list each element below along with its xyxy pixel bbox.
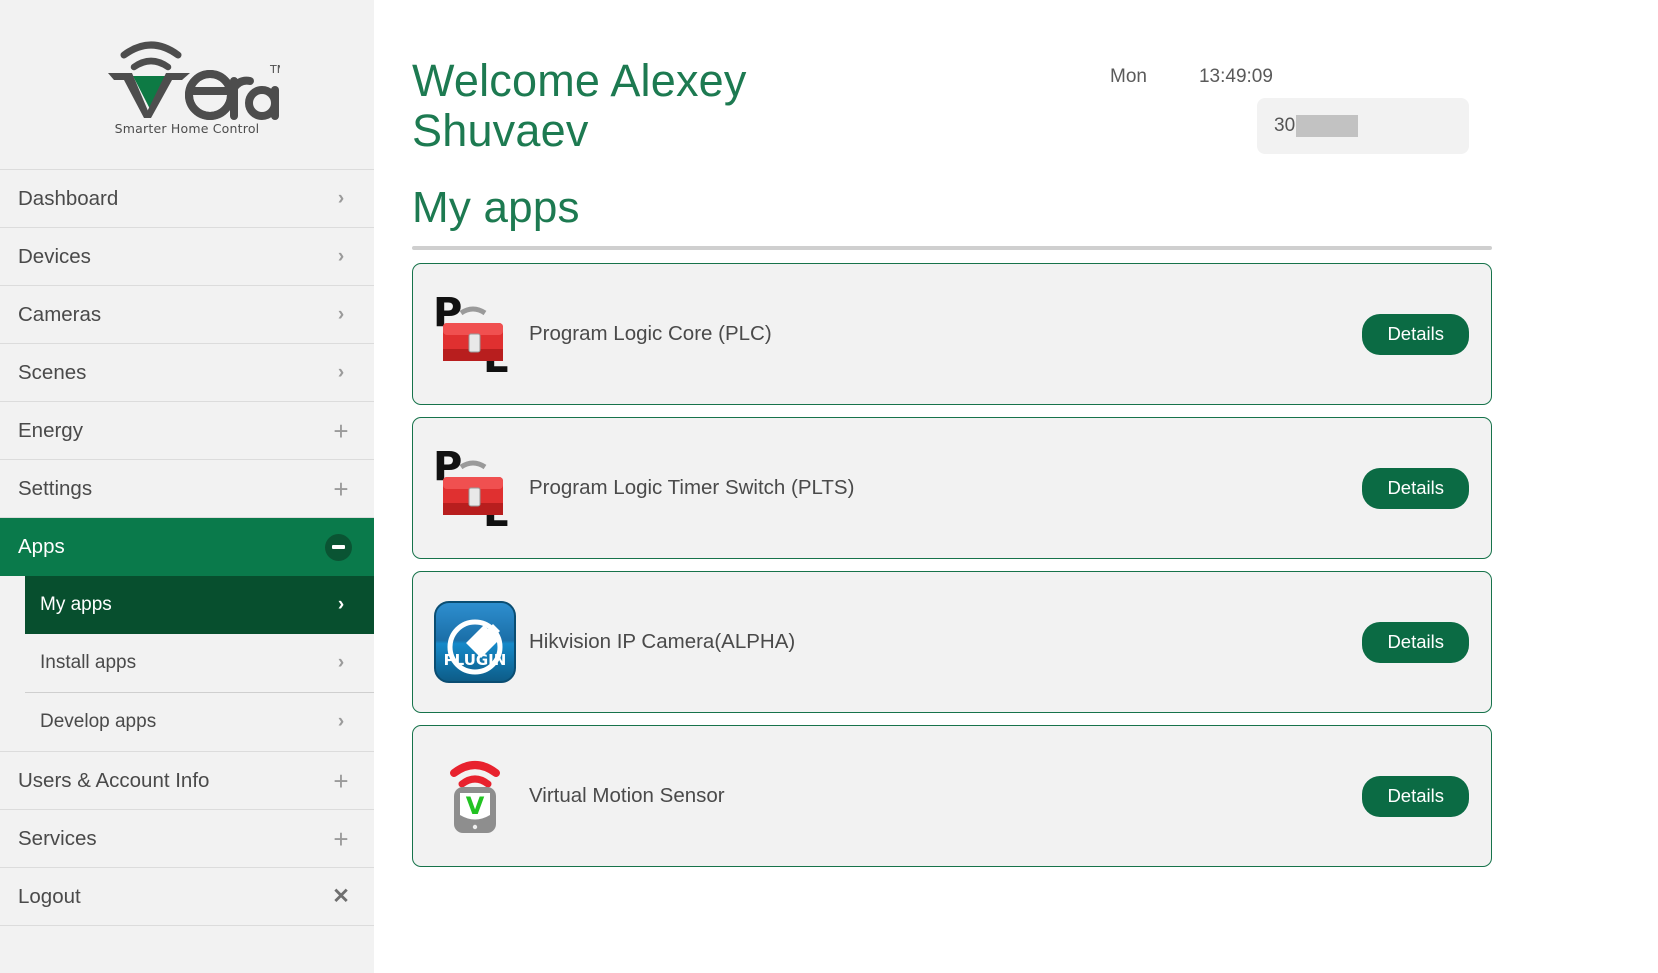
sidebar-subitem-label: Install apps [40, 652, 137, 673]
sidebar-item-label: Apps [18, 535, 65, 558]
details-button[interactable]: Details [1362, 313, 1469, 355]
clock-time: 13:49:09 [1198, 66, 1273, 87]
chevron-right-icon: › [337, 711, 345, 732]
sidebar-subitem-label: My apps [40, 594, 112, 615]
sidebar-item-my-apps[interactable]: My apps › [25, 576, 374, 634]
sidebar-item-label: Logout [18, 884, 81, 908]
sidebar: TM Smarter Home Control Dashboard › Devi… [0, 0, 374, 973]
chevron-right-icon: › [337, 362, 345, 383]
sidebar-nav: Dashboard › Devices › Cameras › Scenes ›… [0, 170, 374, 926]
motion-sensor-icon: V [429, 750, 521, 842]
chevron-right-icon: › [337, 304, 345, 325]
sidebar-item-label: Scenes [18, 360, 87, 384]
page-title: Welcome Alexey Shuvaev [412, 55, 747, 156]
toolbox-pl-icon: P L [429, 288, 521, 380]
chevron-right-icon: › [337, 652, 345, 673]
sidebar-subnav-apps: My apps › Install apps › Develop apps › [0, 576, 374, 751]
list-item[interactable]: P L Program Logic Core (PLC) Details [412, 263, 1492, 405]
sidebar-item-services[interactable]: Services + [0, 810, 374, 868]
plugin-badge-icon: PLUGIN [429, 596, 521, 688]
sidebar-item-label: Users & Account Info [18, 768, 210, 792]
sidebar-item-settings[interactable]: Settings + [0, 460, 374, 518]
close-icon: ✕ [332, 885, 350, 908]
minus-circle-icon[interactable] [325, 533, 352, 561]
status-number: 30 [1274, 115, 1296, 136]
sidebar-item-label: Settings [18, 476, 93, 500]
section-title: My apps [412, 183, 580, 232]
plus-icon: + [333, 823, 349, 854]
sidebar-item-label: Devices [18, 244, 91, 268]
sidebar-item-develop-apps[interactable]: Develop apps › [0, 693, 374, 751]
sidebar-item-logout[interactable]: Logout ✕ [0, 868, 374, 926]
sidebar-item-apps[interactable]: Apps [0, 518, 374, 576]
sidebar-item-install-apps[interactable]: Install apps › [0, 634, 374, 692]
vera-dashboard: TM Smarter Home Control Dashboard › Devi… [0, 0, 1658, 973]
sidebar-item-label: Services [18, 826, 97, 850]
status-badge: 30 [1257, 98, 1469, 154]
sidebar-item-label: Energy [18, 418, 83, 442]
list-item[interactable]: P L Program Logic Timer Switch (PLTS) De… [412, 417, 1492, 559]
sidebar-item-users-account-info[interactable]: Users & Account Info + [0, 752, 374, 810]
clock-line: Mon 13:49:09 [1102, 66, 1273, 88]
chevron-right-icon: › [337, 246, 345, 267]
details-button[interactable]: Details [1362, 467, 1469, 509]
plus-icon: + [333, 473, 349, 504]
details-button[interactable]: Details [1362, 775, 1469, 817]
sidebar-item-label: Dashboard [18, 186, 119, 210]
brand-tagline: Smarter Home Control [114, 121, 260, 136]
main-content: Welcome Alexey Shuvaev Mon 13:49:09 30 M… [374, 0, 1658, 973]
plus-icon: + [333, 415, 349, 446]
app-name: Program Logic Core (PLC) [529, 322, 772, 345]
clock-area: Mon 13:49:09 30 [1102, 56, 1492, 154]
brand-logo[interactable]: TM Smarter Home Control [0, 0, 374, 170]
redacted-bar [1296, 115, 1359, 137]
sidebar-item-dashboard[interactable]: Dashboard › [0, 170, 374, 228]
vera-logo-icon: TM [108, 41, 280, 121]
svg-text:PLUGIN: PLUGIN [444, 651, 507, 669]
clock-day: Mon [1110, 66, 1147, 87]
toolbox-pl-icon: P L [429, 442, 521, 534]
list-item[interactable]: PLUGIN Hikvision IP Camera(ALPHA) Detail… [412, 571, 1492, 713]
page-header: Welcome Alexey Shuvaev Mon 13:49:09 30 [412, 56, 1492, 155]
list-item[interactable]: V Virtual Motion Sensor Details [412, 725, 1492, 867]
sidebar-item-label: Cameras [18, 302, 102, 326]
sidebar-subitem-label: Develop apps [40, 711, 157, 732]
app-name: Hikvision IP Camera(ALPHA) [529, 630, 796, 653]
chevron-right-icon: › [337, 594, 345, 615]
app-name: Virtual Motion Sensor [529, 784, 725, 807]
chevron-right-icon: › [337, 188, 345, 209]
sidebar-item-scenes[interactable]: Scenes › [0, 344, 374, 402]
sidebar-item-cameras[interactable]: Cameras › [0, 286, 374, 344]
sidebar-item-energy[interactable]: Energy + [0, 402, 374, 460]
details-button[interactable]: Details [1362, 621, 1469, 663]
sidebar-item-devices[interactable]: Devices › [0, 228, 374, 286]
apps-list: P L Program Logic Core (PLC) Details P [412, 263, 1492, 867]
svg-text:V: V [466, 792, 485, 820]
plus-icon: + [333, 765, 349, 796]
section-divider [412, 246, 1492, 250]
svg-text:TM: TM [269, 63, 280, 76]
app-name: Program Logic Timer Switch (PLTS) [529, 476, 855, 499]
